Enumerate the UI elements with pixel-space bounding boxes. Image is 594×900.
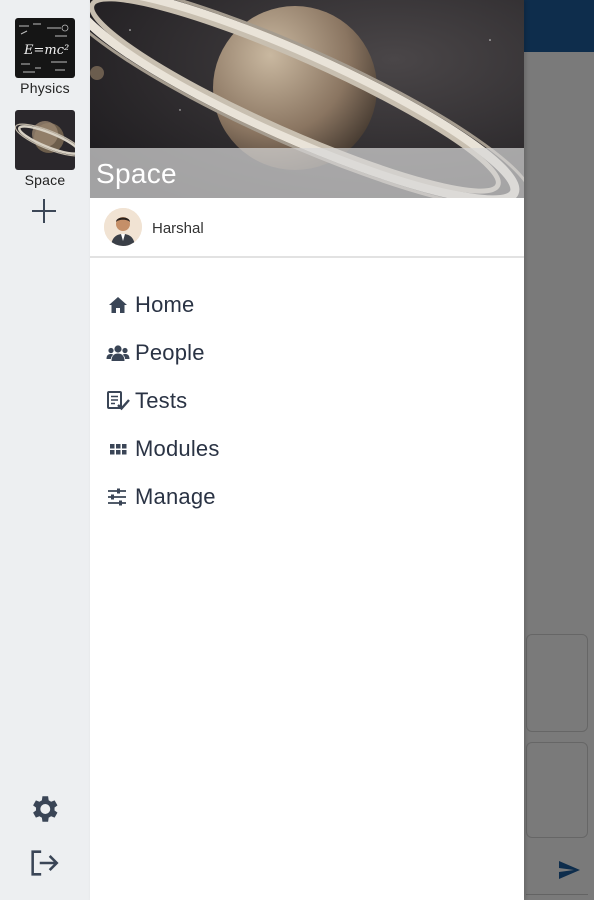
menu-item-home[interactable]: Home (106, 288, 195, 322)
gear-icon[interactable] (27, 792, 61, 826)
course-rail: E=mc² Physics Space (0, 0, 90, 900)
menu-label-modules: Modules (135, 436, 220, 461)
menu-item-tests[interactable]: Tests (106, 384, 187, 418)
menu-label-home: Home (135, 292, 195, 317)
course-banner: Space (90, 0, 524, 198)
space-thumbnail (15, 110, 75, 170)
menu-label-manage: Manage (135, 484, 216, 509)
course-label-space: Space (24, 172, 66, 188)
menu-item-people[interactable]: People (106, 336, 205, 370)
course-title: Space (96, 158, 177, 189)
navigation-drawer: Space Harshal Home People Tests Modules … (90, 0, 524, 900)
tests-icon (107, 391, 130, 411)
menu-label-tests: Tests (135, 388, 188, 413)
people-icon (106, 345, 130, 361)
physics-formula: E=mc² (23, 43, 69, 58)
avatar (104, 208, 142, 246)
menu-label-people: People (135, 340, 205, 365)
course-tile-physics[interactable]: E=mc² Physics (0, 18, 90, 96)
menu-item-manage[interactable]: Manage (106, 480, 216, 514)
sliders-icon (108, 488, 126, 506)
menu-item-modules[interactable]: Modules (106, 432, 220, 466)
user-profile-row[interactable]: Harshal (90, 198, 524, 258)
user-name: Harshal (152, 220, 204, 237)
course-label-physics: Physics (20, 80, 70, 96)
plus-icon[interactable] (29, 196, 59, 226)
course-tile-space[interactable]: Space (0, 110, 90, 188)
physics-thumbnail: E=mc² (15, 18, 75, 78)
logout-icon[interactable] (27, 846, 61, 880)
home-icon (109, 297, 127, 313)
modules-icon (110, 444, 127, 455)
